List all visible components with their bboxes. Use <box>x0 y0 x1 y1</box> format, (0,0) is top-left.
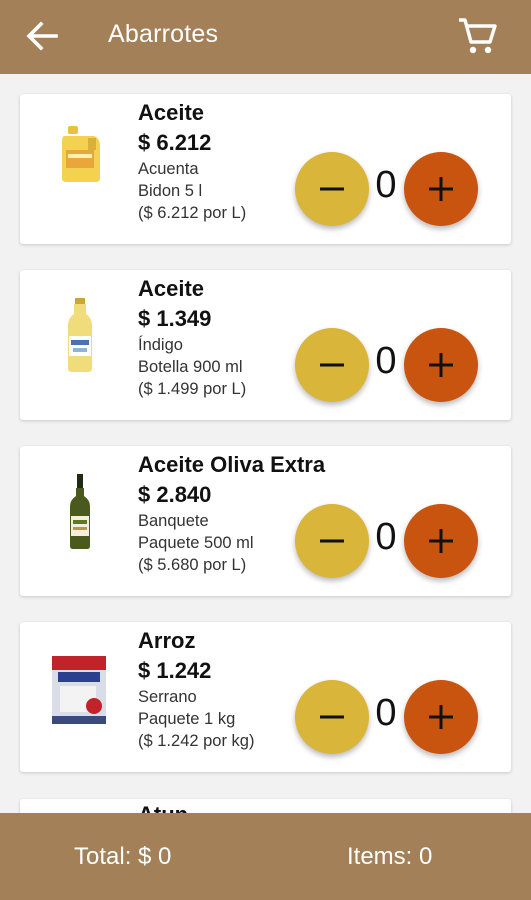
cart-button[interactable] <box>453 12 501 60</box>
quantity-value: 0 <box>375 516 397 558</box>
product-card: Aceite $ 1.349 Índigo Botella 900 ml ($ … <box>20 270 511 420</box>
minus-icon <box>320 539 344 543</box>
product-package: Botella 900 ml <box>138 358 243 376</box>
product-price: $ 1.242 <box>138 658 212 683</box>
quantity-value: 0 <box>375 164 397 206</box>
product-unit-price: ($ 1.242 por kg) <box>138 732 255 750</box>
quantity-value: 0 <box>375 692 397 734</box>
plus-icon <box>429 177 453 201</box>
product-unit-price: ($ 6.212 por L) <box>138 204 247 222</box>
app-bar: Abarrotes <box>0 0 531 74</box>
product-unit-price: ($ 1.499 por L) <box>138 380 247 398</box>
product-price: $ 1.349 <box>138 306 212 331</box>
product-brand: Acuenta <box>138 160 199 178</box>
total-amount: Total: $ 0 <box>74 843 172 870</box>
product-card: Arroz $ 1.242 Serrano Paquete 1 kg ($ 1.… <box>20 622 511 772</box>
increase-quantity-button[interactable] <box>404 328 478 402</box>
increase-quantity-button[interactable] <box>404 680 478 754</box>
product-price: $ 2.840 <box>138 482 212 507</box>
product-card: Aceite Oliva Extra $ 2.840 Banquete Paqu… <box>20 446 511 596</box>
oil-bottle-icon <box>68 298 92 372</box>
plus-icon <box>429 529 453 553</box>
minus-icon <box>320 187 344 191</box>
product-image <box>50 472 110 552</box>
decrease-quantity-button[interactable] <box>295 680 369 754</box>
increase-quantity-button[interactable] <box>404 504 478 578</box>
product-image <box>50 120 110 200</box>
oil-jug-icon <box>62 126 100 182</box>
decrease-quantity-button[interactable] <box>295 328 369 402</box>
product-brand: Serrano <box>138 688 197 706</box>
product-image <box>50 296 110 376</box>
product-package: Bidon 5 l <box>138 182 203 200</box>
increase-quantity-button[interactable] <box>404 152 478 226</box>
product-brand: Banquete <box>138 512 209 530</box>
olive-oil-bottle-icon <box>70 474 90 549</box>
decrease-quantity-button[interactable] <box>295 504 369 578</box>
product-brand: Índigo <box>138 336 183 354</box>
rice-bag-icon <box>52 656 106 724</box>
back-button[interactable] <box>20 14 64 58</box>
page-title: Abarrotes <box>108 20 219 48</box>
arrow-left-icon <box>26 21 58 51</box>
plus-icon <box>429 705 453 729</box>
product-name: Aceite Oliva Extra <box>138 452 326 477</box>
product-name: Arroz <box>138 628 196 653</box>
product-card: Aceite $ 6.212 Acuenta Bidon 5 l ($ 6.21… <box>20 94 511 244</box>
minus-icon <box>320 363 344 367</box>
shopping-cart-icon <box>459 18 497 54</box>
product-price: $ 6.212 <box>138 130 212 155</box>
product-package: Paquete 1 kg <box>138 710 236 728</box>
quantity-value: 0 <box>375 340 397 382</box>
summary-bar: Total: $ 0 Items: 0 <box>0 813 531 900</box>
minus-icon <box>320 715 344 719</box>
items-count: Items: 0 <box>347 843 433 870</box>
product-unit-price: ($ 5.680 por L) <box>138 556 247 574</box>
product-package: Paquete 500 ml <box>138 534 254 552</box>
plus-icon <box>429 353 453 377</box>
product-image <box>50 648 110 728</box>
decrease-quantity-button[interactable] <box>295 152 369 226</box>
product-name: Aceite <box>138 276 205 301</box>
product-name: Aceite <box>138 100 205 125</box>
